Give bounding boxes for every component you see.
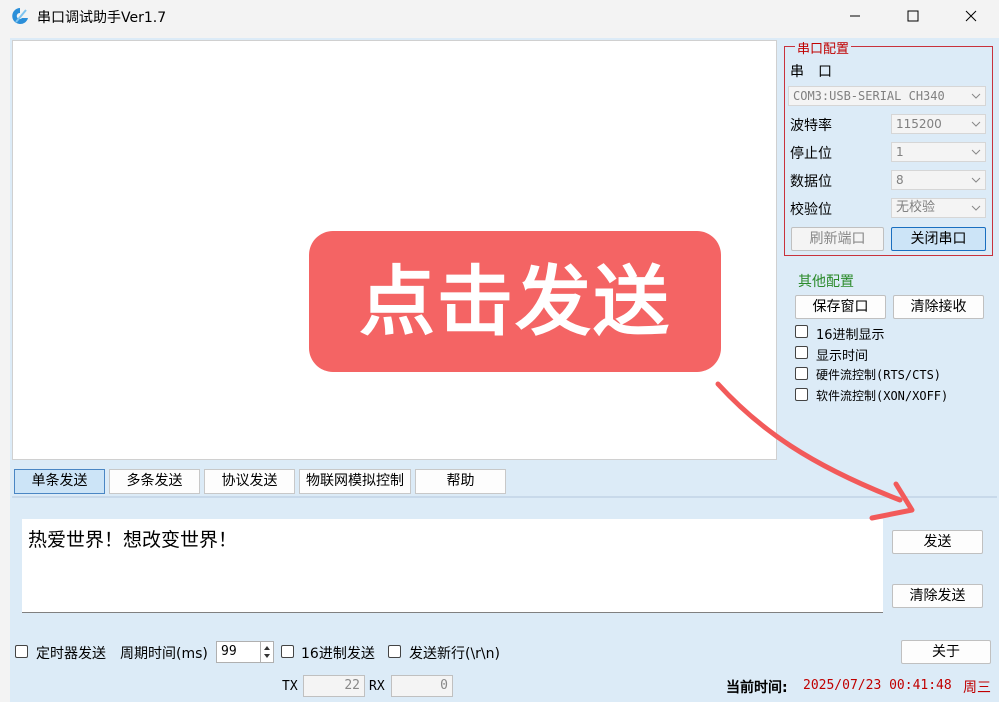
stopbits-select-value: 1 bbox=[896, 145, 904, 159]
clear-send-button[interactable]: 清除发送 bbox=[892, 584, 983, 608]
weekday-value: 周三 bbox=[963, 680, 991, 696]
databits-select[interactable]: 8 bbox=[891, 170, 986, 190]
baud-select[interactable]: 115200 bbox=[891, 114, 986, 134]
port-select[interactable]: COM3:USB-SERIAL CH340 bbox=[788, 86, 986, 106]
show-time-label: 显示时间 bbox=[816, 349, 869, 364]
refresh-port-button[interactable]: 刷新端口 bbox=[791, 227, 884, 251]
baud-label: 波特率 bbox=[790, 118, 832, 134]
tab-single-send[interactable]: 单条发送 bbox=[14, 469, 105, 494]
parity-label: 校验位 bbox=[790, 202, 832, 218]
send-textarea[interactable]: 热爱世界！想改变世界！ bbox=[22, 519, 883, 613]
close-window-button[interactable] bbox=[942, 0, 999, 32]
hex-display-checkbox[interactable] bbox=[795, 325, 808, 338]
chevron-down-icon bbox=[970, 87, 982, 105]
send-button[interactable]: 发送 bbox=[892, 530, 983, 554]
tab-multi-send[interactable]: 多条发送 bbox=[109, 469, 200, 494]
clear-receive-button[interactable]: 清除接收 bbox=[893, 295, 984, 319]
current-time-label: 当前时间: bbox=[726, 680, 788, 696]
send-text-content: 热爱世界！想改变世界！ bbox=[28, 529, 238, 551]
databits-label: 数据位 bbox=[790, 174, 832, 190]
rx-counter: 0 bbox=[391, 675, 453, 697]
close-port-button[interactable]: 关闭串口 bbox=[891, 227, 986, 251]
app-logo-icon bbox=[10, 6, 30, 26]
minimize-button[interactable] bbox=[826, 0, 884, 32]
period-spinbox[interactable]: 99 bbox=[216, 641, 274, 663]
port-label: 串 口 bbox=[790, 64, 832, 80]
baud-select-value: 115200 bbox=[896, 117, 942, 131]
close-icon bbox=[965, 10, 977, 22]
stopbits-select[interactable]: 1 bbox=[891, 142, 986, 162]
serial-config-title: 串口配置 bbox=[795, 38, 852, 57]
tab-help[interactable]: 帮助 bbox=[415, 469, 506, 494]
current-time-value: 2025/07/23 00:41:48 bbox=[803, 678, 952, 693]
hex-send-checkbox[interactable] bbox=[281, 645, 294, 658]
app-window: 串口调试助手Ver1.7 串口配置 串 口 COM3:USB-SERIAL CH… bbox=[0, 0, 999, 702]
chevron-down-icon bbox=[970, 143, 982, 161]
send-newline-label: 发送新行(\r\n) bbox=[409, 646, 500, 662]
show-time-checkbox[interactable] bbox=[795, 346, 808, 359]
send-newline-checkbox[interactable] bbox=[388, 645, 401, 658]
hex-send-label: 16进制发送 bbox=[301, 646, 375, 662]
stopbits-label: 停止位 bbox=[790, 146, 832, 162]
period-value: 99 bbox=[221, 644, 237, 659]
parity-select-value: 无校验 bbox=[896, 200, 936, 215]
port-select-value: COM3:USB-SERIAL CH340 bbox=[793, 89, 945, 103]
period-label: 周期时间(ms) bbox=[120, 646, 208, 662]
click-send-banner: 点击发送 bbox=[309, 231, 721, 372]
timer-send-label: 定时器发送 bbox=[36, 646, 106, 662]
chevron-down-icon bbox=[970, 115, 982, 133]
other-config-title: 其他配置 bbox=[798, 274, 854, 290]
title-bar: 串口调试助手Ver1.7 bbox=[0, 0, 999, 32]
spin-arrows-icon[interactable] bbox=[260, 642, 273, 662]
timer-send-checkbox[interactable] bbox=[15, 645, 28, 658]
minimize-icon bbox=[850, 15, 860, 17]
maximize-button[interactable] bbox=[884, 0, 942, 32]
arrow-icon bbox=[715, 381, 915, 521]
chevron-down-icon bbox=[970, 199, 982, 217]
databits-select-value: 8 bbox=[896, 173, 904, 187]
rx-label: RX bbox=[369, 679, 385, 694]
about-button[interactable]: 关于 bbox=[901, 640, 991, 664]
parity-select[interactable]: 无校验 bbox=[891, 198, 986, 218]
banner-text: 点击发送 bbox=[359, 257, 671, 346]
save-window-button[interactable]: 保存窗口 bbox=[795, 295, 886, 319]
chevron-down-icon bbox=[970, 171, 982, 189]
tab-protocol-send[interactable]: 协议发送 bbox=[204, 469, 295, 494]
tx-counter: 22 bbox=[303, 675, 365, 697]
hex-display-label: 16进制显示 bbox=[816, 328, 885, 343]
maximize-icon bbox=[907, 10, 919, 22]
tab-iot-control[interactable]: 物联网模拟控制 bbox=[299, 469, 411, 494]
tx-label: TX bbox=[282, 679, 298, 694]
window-title: 串口调试助手Ver1.7 bbox=[37, 10, 167, 26]
